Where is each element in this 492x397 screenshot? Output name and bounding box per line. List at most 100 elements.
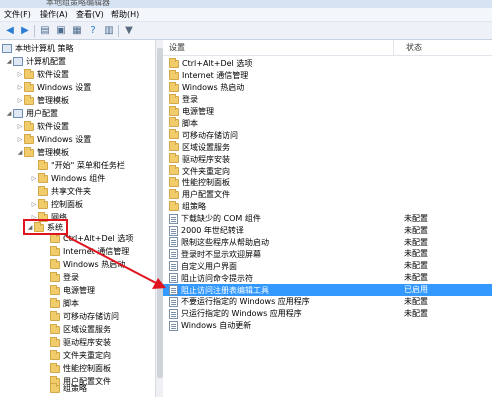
tree-software-settings-1[interactable]: ▷ 软件设置	[16, 68, 69, 81]
back-arrow-icon[interactable]: ◀	[3, 24, 17, 38]
expand-icon[interactable]: ▷	[30, 172, 38, 185]
folder-icon	[169, 153, 179, 164]
menu-view[interactable]: 查看(V)	[76, 10, 104, 20]
list-policy-row[interactable]: 限制这些程序从帮助启动 未配置	[163, 237, 492, 249]
policy-icon	[169, 237, 178, 248]
row-label: 文件夹重定向	[182, 166, 230, 176]
tree-sys-child[interactable]: 性能控制面板	[50, 362, 111, 375]
tree-scrollbar[interactable]	[155, 40, 163, 397]
list-folder-row[interactable]: 登录	[163, 93, 492, 106]
row-status: 未配置	[404, 261, 428, 271]
list-folder-row[interactable]: 组策略	[163, 200, 492, 213]
row-label: 驱动程序安装	[182, 154, 230, 164]
row-status: 未配置	[404, 297, 428, 306]
tree-root[interactable]: 本地计算机 策略	[2, 42, 74, 55]
tree-label: Ctrl+Alt+Del 选项	[63, 234, 134, 243]
policy-icon	[169, 261, 178, 272]
list-folder-row[interactable]: Windows 热启动	[163, 81, 492, 94]
tree-windows-settings-2[interactable]: ▷ Windows 设置	[16, 133, 91, 146]
tree-sys-child[interactable]: 脚本	[50, 297, 79, 310]
help-icon[interactable]: ?	[86, 24, 100, 38]
list-policy-row[interactable]: Windows 自动更新	[163, 320, 492, 332]
list-folder-row[interactable]: 用户配置文件	[163, 188, 492, 201]
tree-label: 计算机配置	[26, 57, 66, 66]
list-policy-row[interactable]: 阻止访问命令提示符 未配置	[163, 272, 492, 284]
list-folder-row[interactable]: Ctrl+Alt+Del 选项	[163, 57, 492, 70]
column-divider[interactable]	[393, 40, 394, 56]
tree-start-menu[interactable]: "开始" 菜单和任务栏	[30, 159, 125, 172]
tree-shared-folders[interactable]: 共享文件夹	[30, 185, 91, 198]
tree-sys-child[interactable]: 电源管理	[50, 284, 95, 297]
folder-icon	[50, 382, 60, 393]
list-folder-row[interactable]: 文件夹重定向	[163, 165, 492, 177]
folder-icon	[169, 81, 179, 92]
expand-icon[interactable]: ▷	[30, 198, 38, 211]
menu-file[interactable]: 文件(F)	[4, 10, 31, 20]
row-label: 自定义用户界面	[181, 261, 237, 271]
row-label: 脚本	[182, 118, 198, 128]
list-policy-row[interactable]: 只运行指定的 Windows 应用程序 未配置	[163, 308, 492, 320]
column-setting[interactable]: 设置	[169, 43, 185, 53]
forward-arrow-icon[interactable]: ▶	[18, 24, 32, 38]
list-policy-row[interactable]: 2000 年世纪转译 未配置	[163, 225, 492, 237]
tree-sys-child[interactable]: Internet 通信管理	[50, 245, 129, 258]
expand-icon[interactable]: ▷	[16, 133, 24, 146]
expand-icon[interactable]: ▷	[16, 120, 24, 133]
tree-sys-child[interactable]: 可移动存储访问	[50, 310, 119, 323]
list-folder-row[interactable]: 脚本	[163, 117, 492, 130]
list-folder-row[interactable]: 可移动存储访问	[163, 129, 492, 141]
menu-help[interactable]: 帮助(H)	[111, 10, 139, 20]
properties-icon[interactable]: ▣	[54, 24, 68, 38]
list-policy-row[interactable]: 自定义用户界面 未配置	[163, 260, 492, 272]
row-label: 登录	[182, 95, 198, 105]
list-folder-row[interactable]: 电源管理	[163, 105, 492, 118]
tree-user-config[interactable]: ◢ 用户配置	[5, 107, 58, 120]
tree-admin-templates-2[interactable]: ◢ 管理模板	[16, 146, 69, 159]
toolbar: ◀ ▶ ▤ ▣ ▦ ? ▥ ▼	[0, 22, 492, 40]
show-hide-tree-icon[interactable]: ▤	[38, 24, 52, 38]
row-status: 未配置	[404, 273, 428, 283]
tree-sys-child[interactable]: 登录	[50, 271, 79, 284]
tree-label: 电源管理	[63, 286, 95, 295]
export-list-icon[interactable]: ▦	[70, 24, 84, 38]
tree-label: 共享文件夹	[51, 187, 91, 196]
tree-sys-child[interactable]: 组策略	[50, 382, 87, 395]
folder-icon	[169, 69, 179, 80]
row-status: 未配置	[404, 225, 428, 235]
folder-icon	[50, 297, 60, 308]
tree-windows-components[interactable]: ▷ Windows 组件	[30, 172, 105, 185]
computer-policy-icon	[2, 44, 12, 53]
list-policy-row[interactable]: 下载缺少的 COM 组件 未配置	[163, 213, 492, 225]
collapse-icon[interactable]: ◢	[5, 107, 13, 120]
view-icon[interactable]: ▥	[102, 24, 116, 38]
list-policy-row-selected[interactable]: 阻止访问注册表编辑工具 已启用	[163, 284, 492, 296]
column-status[interactable]: 状态	[406, 43, 422, 53]
list-folder-row[interactable]: 性能控制面板	[163, 176, 492, 189]
collapse-icon[interactable]: ◢	[16, 146, 24, 159]
filter-icon[interactable]: ▼	[122, 24, 136, 38]
list-folder-row[interactable]: 驱动程序安装	[163, 153, 492, 165]
collapse-icon[interactable]: ◢	[5, 55, 13, 68]
list-folder-row[interactable]: Internet 通信管理	[163, 69, 492, 82]
row-label: Ctrl+Alt+Del 选项	[182, 59, 253, 69]
menu-action[interactable]: 操作(A)	[40, 10, 68, 20]
tree-admin-templates-1[interactable]: ▷ 管理模板	[16, 94, 69, 107]
tree-sys-child[interactable]: 区域设置服务	[50, 323, 111, 336]
tree-label: 管理模板	[37, 148, 69, 157]
tree-windows-settings-1[interactable]: ▷ Windows 设置	[16, 81, 91, 94]
row-status: 未配置	[404, 213, 428, 223]
tree-sys-child[interactable]: 驱动程序安装	[50, 336, 111, 349]
tree-software-settings-2[interactable]: ▷ 软件设置	[16, 120, 69, 133]
tree-computer-config[interactable]: ◢ 计算机配置	[5, 55, 66, 68]
tree-sys-child[interactable]: Windows 热启动	[50, 258, 125, 271]
tree-sys-child[interactable]: 文件夹重定向	[50, 349, 111, 362]
row-status: 未配置	[404, 249, 428, 259]
expand-icon[interactable]: ▷	[16, 81, 24, 94]
list-policy-row[interactable]: 不要运行指定的 Windows 应用程序 未配置	[163, 296, 492, 308]
tree-label: "开始" 菜单和任务栏	[51, 161, 125, 170]
list-folder-row[interactable]: 区域设置服务	[163, 141, 492, 153]
tree-control-panel[interactable]: ▷ 控制面板	[30, 198, 83, 211]
list-policy-row[interactable]: 登录时不显示欢迎屏幕 未配置	[163, 248, 492, 260]
expand-icon[interactable]: ▷	[16, 94, 24, 107]
expand-icon[interactable]: ▷	[16, 68, 24, 81]
